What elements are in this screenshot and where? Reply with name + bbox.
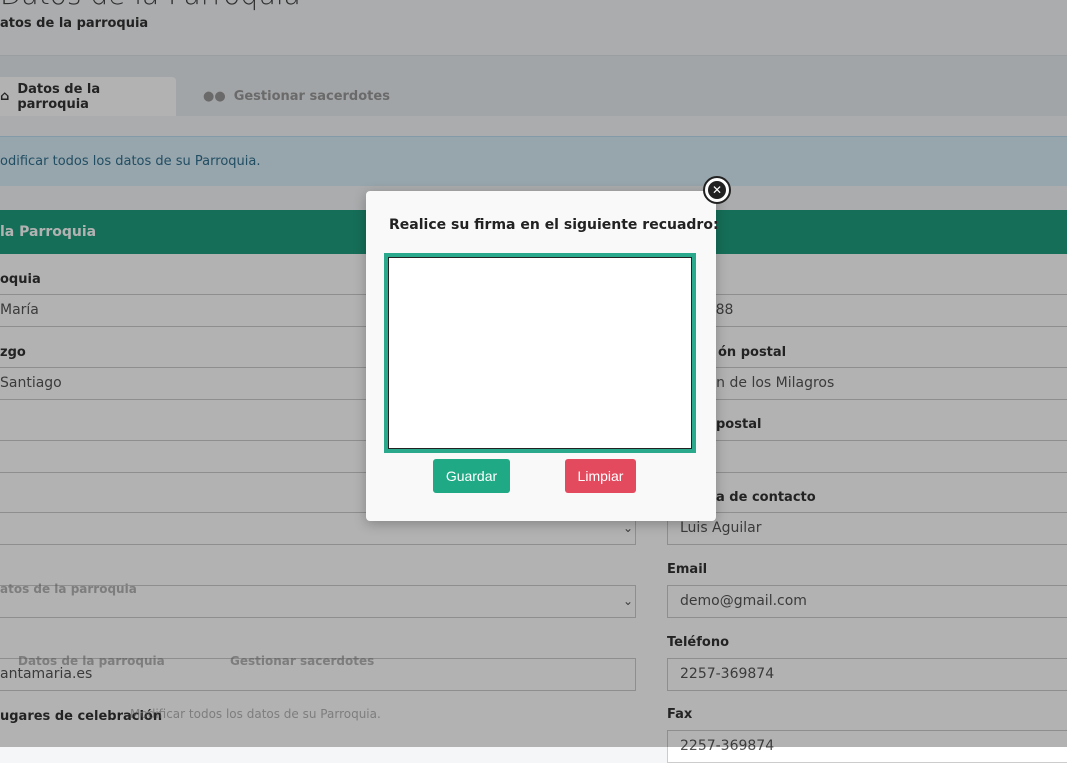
clear-button[interactable]: Limpiar <box>565 459 636 493</box>
signature-modal: Realice su firma en el siguiente recuadr… <box>366 191 719 521</box>
close-icon: ✕ <box>708 181 726 199</box>
modal-title: Realice su firma en el siguiente recuadr… <box>389 217 719 233</box>
close-modal-button[interactable]: ✕ <box>703 176 731 204</box>
signature-frame <box>384 253 696 453</box>
save-button[interactable]: Guardar <box>433 459 510 493</box>
signature-canvas[interactable] <box>388 257 692 449</box>
